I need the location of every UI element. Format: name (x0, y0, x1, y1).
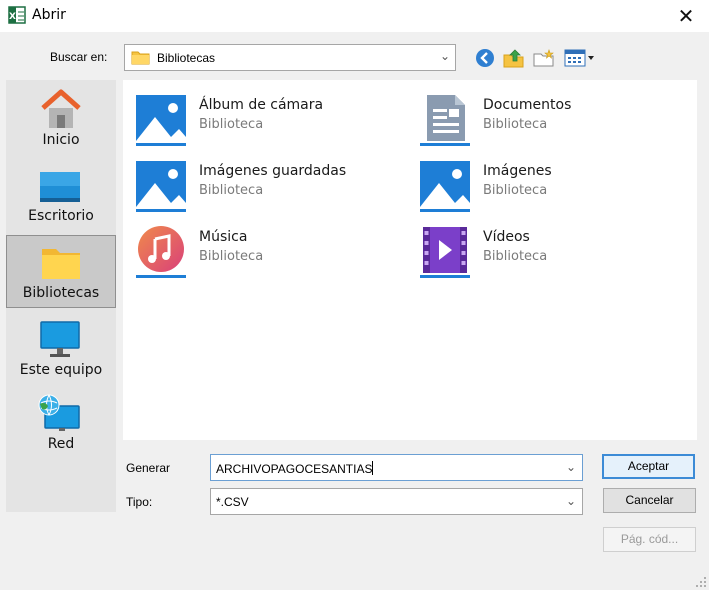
item-name: Imágenes guardadas (199, 163, 347, 179)
back-icon (476, 49, 494, 67)
filename-value-wrap: ARCHIVOPAGOCESANTIAS (216, 461, 374, 476)
resize-grip-icon[interactable] (695, 576, 707, 588)
list-item[interactable]: Documentos Biblioteca (419, 93, 679, 149)
accept-button[interactable]: Aceptar (602, 454, 695, 479)
home-icon (41, 89, 81, 128)
chevron-down-icon[interactable]: ⌄ (566, 494, 576, 508)
documents-library-icon (420, 95, 470, 146)
place-red[interactable]: Red (6, 390, 116, 462)
item-type: Biblioteca (483, 117, 548, 132)
up-folder-button[interactable] (501, 46, 527, 70)
list-item[interactable]: Vídeos Biblioteca (419, 225, 679, 281)
libraries-folder-icon (42, 249, 80, 279)
place-label: Inicio (42, 132, 80, 148)
item-name: Imágenes (483, 163, 552, 179)
look-in-value: Bibliotecas (157, 51, 216, 65)
file-type-select[interactable]: *.CSV ⌄ (210, 488, 583, 515)
spreadsheet-app-icon: X (8, 6, 26, 24)
place-inicio[interactable]: Inicio (6, 80, 116, 152)
back-button[interactable] (474, 46, 496, 70)
look-in-label: Buscar en: (50, 50, 108, 64)
close-icon: ✕ (677, 4, 695, 28)
item-name: Documentos (483, 97, 572, 113)
list-item[interactable]: Imágenes Biblioteca (419, 159, 679, 215)
codepage-button: Pág. cód... (603, 527, 696, 552)
pictures-library-icon (136, 161, 186, 212)
chevron-down-icon[interactable]: ⌄ (566, 460, 576, 474)
list-item[interactable]: Álbum de cámara Biblioteca (135, 93, 395, 149)
file-type-value: *.CSV (216, 495, 249, 509)
list-item[interactable]: Imágenes guardadas Biblioteca (135, 159, 395, 215)
view-menu-icon (564, 49, 594, 67)
pictures-library-icon (420, 161, 470, 212)
item-name: Álbum de cámara (199, 97, 324, 113)
videos-library-icon (420, 227, 470, 278)
place-label: Este equipo (19, 362, 103, 378)
places-bar: Inicio Escritorio Bibliotecas Este equip… (6, 80, 116, 512)
window-title: Abrir (32, 7, 66, 23)
look-in-combo[interactable]: Bibliotecas ⌄ (124, 44, 456, 71)
item-name: Música (199, 229, 248, 245)
close-button[interactable]: ✕ (663, 0, 709, 32)
place-bibliotecas[interactable]: Bibliotecas (6, 235, 116, 308)
music-library-icon (136, 226, 186, 278)
place-escritorio[interactable]: Escritorio (6, 160, 116, 232)
item-type: Biblioteca (483, 183, 548, 198)
file-list[interactable]: Álbum de cámara Biblioteca Documentos Bi… (123, 80, 697, 440)
item-type: Biblioteca (483, 249, 548, 264)
network-icon (38, 394, 80, 431)
text-caret (372, 461, 374, 475)
item-type: Biblioteca (199, 249, 264, 264)
place-este-equipo[interactable]: Este equipo (6, 316, 116, 388)
pictures-library-icon (136, 95, 186, 146)
place-label: Bibliotecas (22, 285, 100, 301)
computer-icon (40, 321, 80, 357)
cancel-button[interactable]: Cancelar (603, 488, 696, 513)
desktop-icon (40, 172, 80, 202)
item-type: Biblioteca (199, 117, 264, 132)
list-item[interactable]: Música Biblioteca (135, 225, 395, 281)
folder-icon (131, 51, 150, 65)
filename-input[interactable]: ARCHIVOPAGOCESANTIAS (216, 462, 372, 476)
new-folder-button[interactable] (531, 46, 557, 70)
new-folder-icon (533, 49, 554, 67)
type-label: Tipo: (126, 495, 153, 509)
view-menu-button[interactable] (563, 46, 597, 70)
up-folder-icon (503, 49, 524, 68)
item-name: Vídeos (483, 229, 530, 245)
filename-combo[interactable]: ARCHIVOPAGOCESANTIAS ⌄ (210, 454, 583, 481)
place-label: Red (47, 436, 75, 452)
title-bar: X Abrir ✕ (0, 0, 709, 32)
chevron-down-icon: ⌄ (439, 49, 450, 63)
svg-text:X: X (9, 12, 16, 22)
item-type: Biblioteca (199, 183, 264, 198)
filename-label: Generar (126, 461, 171, 475)
place-label: Escritorio (28, 208, 94, 224)
